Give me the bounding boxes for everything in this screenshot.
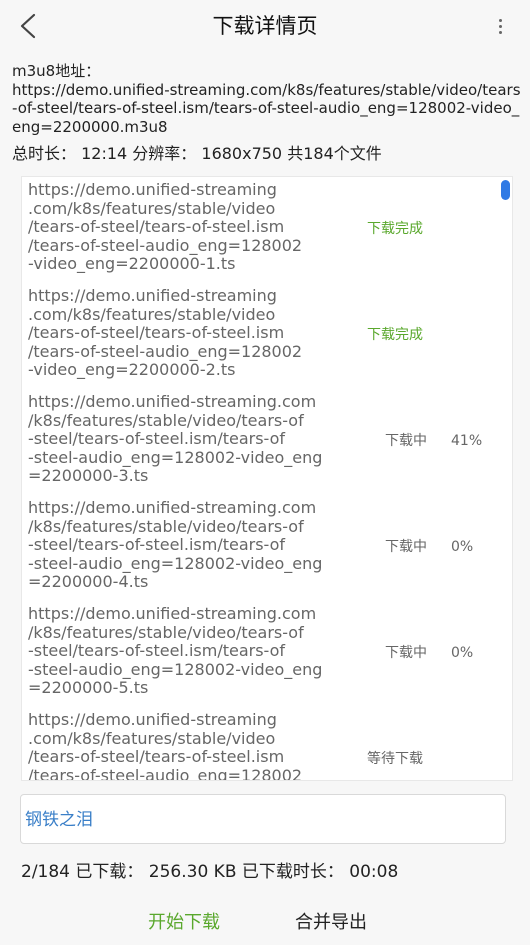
file-url: https://demo.unified-streaming .com/k8s/… xyxy=(28,180,303,274)
file-url: https://demo.unified-streaming.com /k8s/… xyxy=(28,498,323,592)
list-item: https://demo.unified-streaming .com/k8s/… xyxy=(22,707,502,781)
list-item: https://demo.unified-streaming.com /k8s/… xyxy=(22,601,502,705)
video-summary: 总时长： 12:14 分辨率： 1680x750 共184个文件 xyxy=(12,143,382,165)
list-item: https://demo.unified-streaming .com/k8s/… xyxy=(22,283,502,387)
file-status: 下载中 xyxy=(385,539,427,555)
file-url: https://demo.unified-streaming.com /k8s/… xyxy=(28,604,323,698)
download-stats: 2/184 已下载： 256.30 KB 已下载时长： 00:08 xyxy=(21,862,399,882)
bottom-actions: 开始下载 合并导出 xyxy=(0,905,530,941)
video-name-input[interactable]: 钢铁之泪 xyxy=(20,794,506,844)
file-count: 共184个文件 xyxy=(287,144,382,163)
start-download-button[interactable]: 开始下载 xyxy=(148,909,220,937)
file-progress: 0% xyxy=(451,645,474,661)
merge-export-button[interactable]: 合并导出 xyxy=(295,909,367,937)
list-scrollbar[interactable] xyxy=(501,180,510,200)
list-item: https://demo.unified-streaming.com /k8s/… xyxy=(22,495,502,599)
file-url: https://demo.unified-streaming.com /k8s/… xyxy=(28,392,323,486)
top-bar: 下载详情页 xyxy=(0,0,530,52)
file-status: 等待下载 xyxy=(367,751,423,767)
file-status: 下载完成 xyxy=(367,327,423,343)
more-dot xyxy=(498,24,502,28)
file-progress: 41% xyxy=(451,433,483,449)
resolution: 分辨率： 1680x750 xyxy=(132,144,283,163)
file-status: 下载中 xyxy=(385,433,427,449)
m3u8-url: https://demo.unified-streaming.com/k8s/f… xyxy=(12,80,521,136)
m3u8-address: m3u8地址： https://demo.unified-streaming.c… xyxy=(12,62,522,136)
list-item: https://demo.unified-streaming.com /k8s/… xyxy=(22,389,502,493)
file-url: https://demo.unified-streaming .com/k8s/… xyxy=(28,710,303,781)
total-duration: 总时长： 12:14 xyxy=(12,144,128,163)
file-url: https://demo.unified-streaming .com/k8s/… xyxy=(28,286,303,380)
more-dot xyxy=(498,30,502,34)
file-list[interactable]: https://demo.unified-streaming .com/k8s/… xyxy=(21,176,513,781)
m3u8-label: m3u8地址： xyxy=(12,62,101,80)
file-progress: 0% xyxy=(451,539,474,555)
list-item: https://demo.unified-streaming .com/k8s/… xyxy=(22,177,502,281)
file-status: 下载中 xyxy=(385,645,427,661)
more-vertical-icon xyxy=(498,18,502,22)
more-menu-button[interactable] xyxy=(494,14,506,38)
page-title: 下载详情页 xyxy=(212,14,318,38)
file-status: 下载完成 xyxy=(367,221,423,237)
